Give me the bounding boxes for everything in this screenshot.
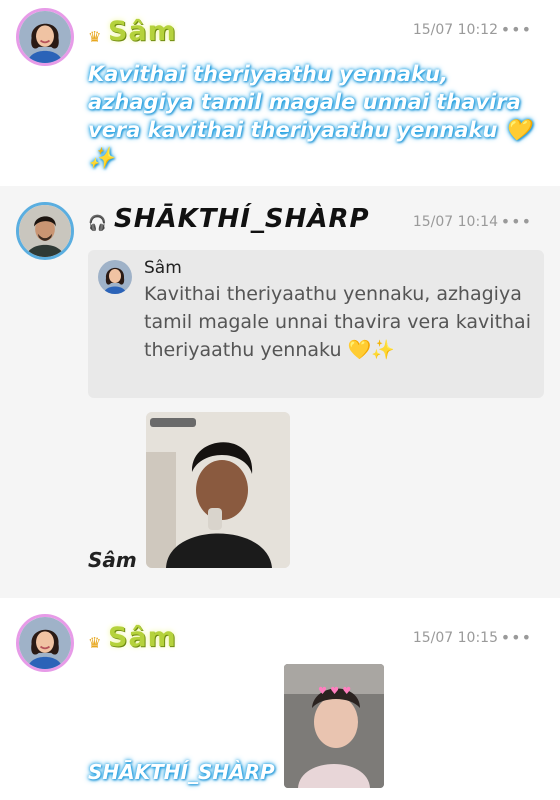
avatar-shakthi-image xyxy=(19,205,71,257)
avatar-shakthi[interactable] xyxy=(16,202,74,260)
more-options-icon[interactable]: ••• xyxy=(501,20,532,39)
avatar-sam-image xyxy=(19,617,71,669)
gif-image[interactable]: ♥ ♥ ♥ xyxy=(284,664,384,788)
gif-man-picture xyxy=(146,412,290,568)
quoted-message[interactable]: Sâm Kavithai theriyaathu yennaku, azhagi… xyxy=(88,250,544,398)
avatar-sam[interactable] xyxy=(16,614,74,672)
headphones-icon: 🎧 xyxy=(88,214,107,232)
author-name[interactable]: SHĀKTHÍ_SHÀRP xyxy=(114,204,370,234)
quote-avatar-image xyxy=(98,260,132,294)
more-options-icon[interactable]: ••• xyxy=(501,212,532,231)
quote-avatar xyxy=(98,260,132,294)
quote-author: Sâm xyxy=(144,258,182,278)
crown-icon: ♛ xyxy=(88,634,102,652)
quote-text: Kavithai theriyaathu yennaku, azhagiya t… xyxy=(144,283,531,361)
image-caption: SHĀKTHÍ_SHÀRP xyxy=(88,760,275,784)
more-options-icon[interactable]: ••• xyxy=(501,628,532,647)
author-name[interactable]: Sâm xyxy=(108,622,177,653)
crown-icon: ♛ xyxy=(88,28,102,46)
post-3: ♛ Sâm 15/07 10:15 ••• ♥ ♥ ♥ SHĀKTHÍ_SHÀR… xyxy=(0,598,560,800)
post-2: 🎧 SHĀKTHÍ_SHÀRP 15/07 10:14 ••• Sâm Kavi… xyxy=(0,186,560,598)
gif-baby-picture: ♥ ♥ ♥ xyxy=(284,664,384,788)
post-timestamp: 15/07 10:14 xyxy=(412,214,498,230)
post-timestamp: 15/07 10:12 xyxy=(412,22,498,38)
author-name[interactable]: Sâm xyxy=(108,16,177,47)
post-1: ♛ Sâm 15/07 10:12 ••• Kavithai theriyaat… xyxy=(0,0,560,186)
image-caption: Sâm xyxy=(88,548,137,572)
svg-text:♥ ♥ ♥: ♥ ♥ ♥ xyxy=(318,686,351,697)
gif-image[interactable] xyxy=(146,412,290,568)
avatar-sam-image xyxy=(19,11,71,63)
post-message: Kavithai theriyaathu yennaku, azhagiya t… xyxy=(88,62,531,170)
post-timestamp: 15/07 10:15 xyxy=(412,630,498,646)
avatar-sam[interactable] xyxy=(16,8,74,66)
